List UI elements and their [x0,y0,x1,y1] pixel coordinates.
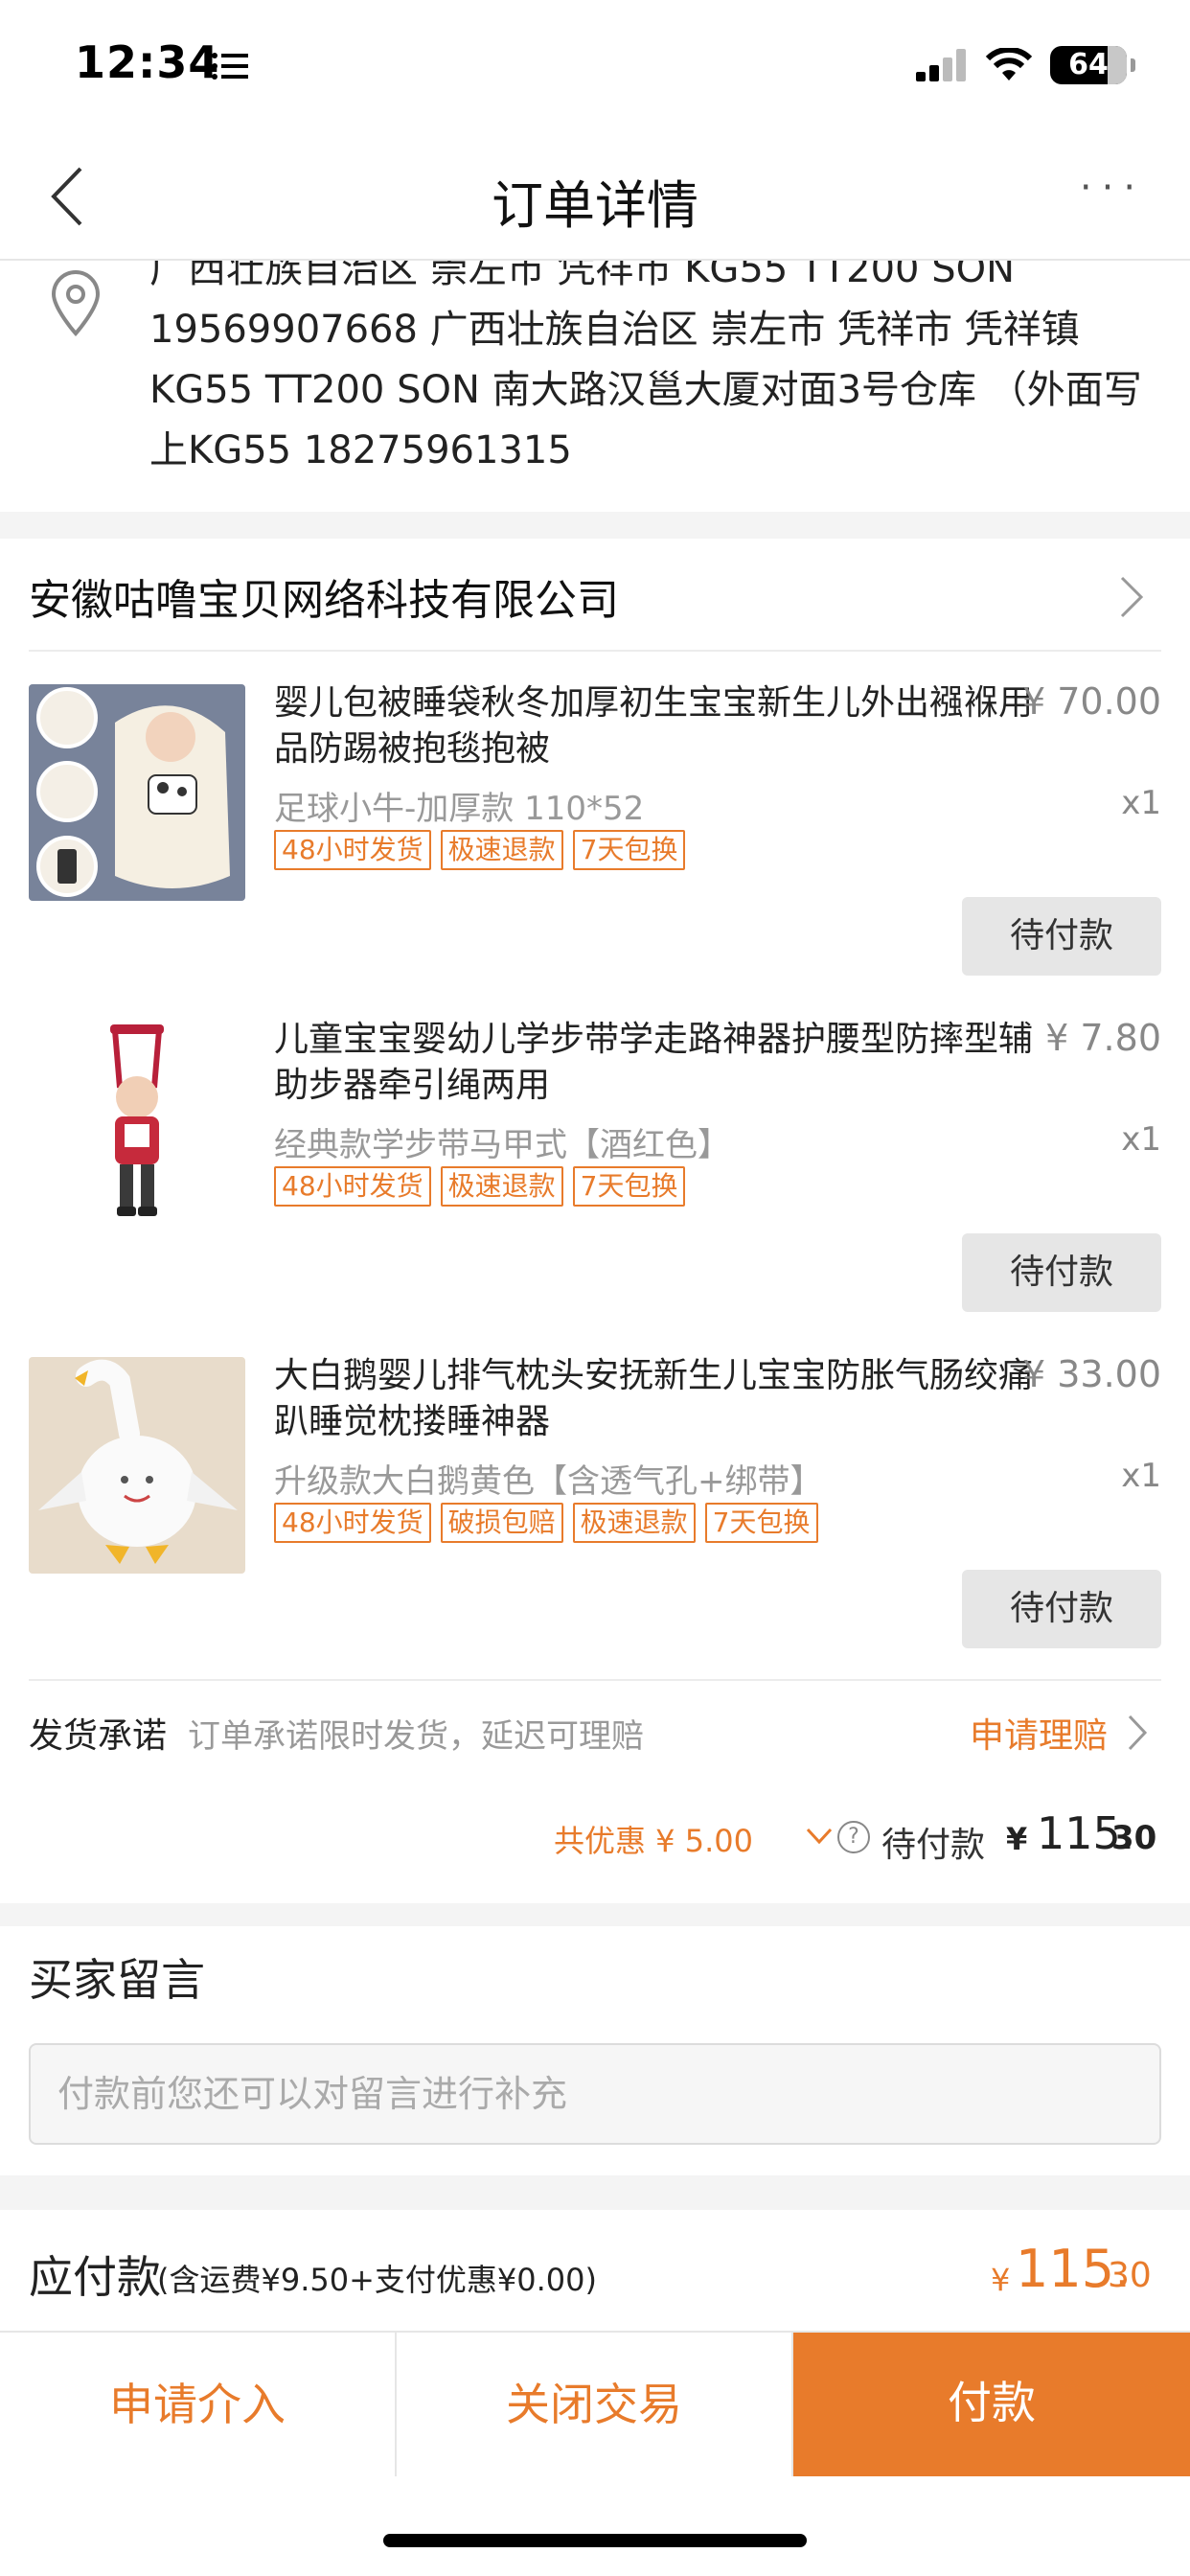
service-tag: 48小时发货 [274,830,431,870]
payable-summary: 应付款 (含运费¥9.50+支付优惠¥0.00) ¥ 115. 30 [0,2210,1190,2333]
product-sku: 经典款学步带马甲式【酒红色】 [274,1126,730,1164]
item-status-button[interactable]: 待付款 [962,1570,1161,1648]
delivery-promise-label: 发货承诺 [29,1716,168,1756]
nav-bar: 订单详情 ··· [0,126,1190,261]
payable-label: 应付款 [29,2251,161,2303]
request-intervention-button[interactable]: 申请介入 [0,2333,397,2476]
amount-due-label: 待付款 [881,1826,986,1865]
service-tag: 7天包换 [704,1503,818,1543]
more-icon[interactable]: ··· [1069,159,1156,217]
service-tag: 7天包换 [572,1166,686,1207]
service-tags: 48小时发货 极速退款 7天包换 [274,1166,686,1207]
product-image-goose-pillow[interactable] [29,1357,245,1574]
shop-name: 安徽咕噜宝贝网络科技有限公司 [29,576,619,625]
close-transaction-button[interactable]: 关闭交易 [397,2333,793,2476]
item-status-button[interactable]: 待付款 [962,897,1161,976]
service-tag: 极速退款 [440,830,563,870]
apply-claim-link[interactable]: 申请理赔 [970,1708,1108,1758]
product-quantity: x1 [1121,1457,1161,1495]
product-image-walker[interactable] [29,1021,245,1237]
order-item[interactable]: 儿童宝宝婴幼儿学步带学走路神器护腰型防摔型辅助步器牵引绳两用 ¥ 7.80 经典… [29,1017,1161,1337]
product-quantity: x1 [1121,1120,1161,1159]
chevron-right-icon [1128,1714,1148,1751]
bottom-action-bar: 申请介入 关闭交易 付款 [0,2333,1190,2476]
list-icon [212,53,248,80]
page-title: 订单详情 [492,175,698,236]
help-icon[interactable]: ? [837,1821,870,1853]
status-bar: 12:34 64 [0,0,1190,126]
product-sku: 升级款大白鹅黄色【含透气孔+绑带】 [274,1462,823,1501]
payable-note: (含运费¥9.50+支付优惠¥0.00) [157,2262,598,2298]
location-pin-icon [51,270,101,337]
product-quantity: x1 [1121,784,1161,822]
discount-toggle[interactable]: 共优惠 ¥ 5.00 [554,1817,753,1861]
payable-amount-decimal: 30 [1108,2256,1152,2295]
product-title[interactable]: 儿童宝宝婴幼儿学步带学走路神器护腰型防摔型辅助步器牵引绳两用 [274,1017,1041,1109]
product-sku: 足球小牛-加厚款 110*52 [274,790,645,828]
signal-icon [916,49,966,81]
address-text: 广西壮族自治区 崇左市 凭祥市 KG55 TT200 SON 195699076… [149,261,1142,472]
delivery-promise-row[interactable]: 发货承诺 订单承诺限时发货，延迟可理赔 申请理赔 [29,1679,1161,1771]
amount-due-decimal: 30 [1111,1819,1157,1857]
service-tags: 48小时发货 极速退款 7天包换 [274,830,686,870]
service-tag: 破损包赔 [440,1503,563,1543]
product-image-swaddle[interactable] [29,684,245,901]
currency-symbol: ¥ [1006,1821,1028,1857]
item-status-button[interactable]: 待付款 [962,1233,1161,1312]
buyer-message-input[interactable] [29,2043,1161,2145]
service-tag: 48小时发货 [274,1166,431,1207]
pay-button[interactable]: 付款 [793,2333,1190,2476]
product-price: ¥ 33.00 [1021,1353,1161,1395]
section-divider [0,1903,1190,1926]
product-title[interactable]: 大白鹅婴儿排气枕头安抚新生儿宝宝防胀气肠绞痛趴睡觉枕搂睡神器 [274,1353,1041,1445]
order-item[interactable]: 大白鹅婴儿排气枕头安抚新生儿宝宝防胀气肠绞痛趴睡觉枕搂睡神器 ¥ 33.00 升… [29,1353,1161,1673]
chevron-right-icon [1120,576,1144,618]
status-indicators: 64 [916,42,1135,88]
chevron-down-icon[interactable] [805,1827,834,1846]
battery-level-text: 64 [1068,48,1109,81]
service-tag: 极速退款 [440,1166,563,1207]
section-divider [0,512,1190,539]
shipping-address: 广西壮族自治区 崇左市 凭祥市 KG55 TT200 SON 195699076… [0,261,1190,512]
status-time: 12:34 [75,36,220,88]
battery-icon: 64 [1050,46,1135,84]
order-total-row: 共优惠 ¥ 5.00 ? 待付款 ¥ 115. 30 [29,1802,1161,1878]
service-tag: 极速退款 [572,1503,696,1543]
service-tag: 48小时发货 [274,1503,431,1543]
section-divider [0,2175,1190,2210]
order-item[interactable]: 婴儿包被睡袋秋冬加厚初生宝宝新生儿外出襁褓用品防踢被抱毯抱被 ¥ 70.00 足… [29,680,1161,1000]
product-title[interactable]: 婴儿包被睡袋秋冬加厚初生宝宝新生儿外出襁褓用品防踢被抱毯抱被 [274,680,1041,772]
buyer-message-title: 买家留言 [29,1954,205,2006]
service-tags: 48小时发货 破损包赔 极速退款 7天包换 [274,1503,818,1543]
delivery-promise-text: 订单承诺限时发货，延迟可理赔 [188,1717,644,1756]
currency-symbol: ¥ [991,2262,1011,2298]
wifi-icon [985,48,1033,80]
product-price: ¥ 7.80 [1045,1017,1161,1059]
product-price: ¥ 70.00 [1021,680,1161,723]
service-tag: 7天包换 [572,830,686,870]
home-indicator[interactable] [383,2534,807,2547]
shop-row[interactable]: 安徽咕噜宝贝网络科技有限公司 [29,539,1161,652]
